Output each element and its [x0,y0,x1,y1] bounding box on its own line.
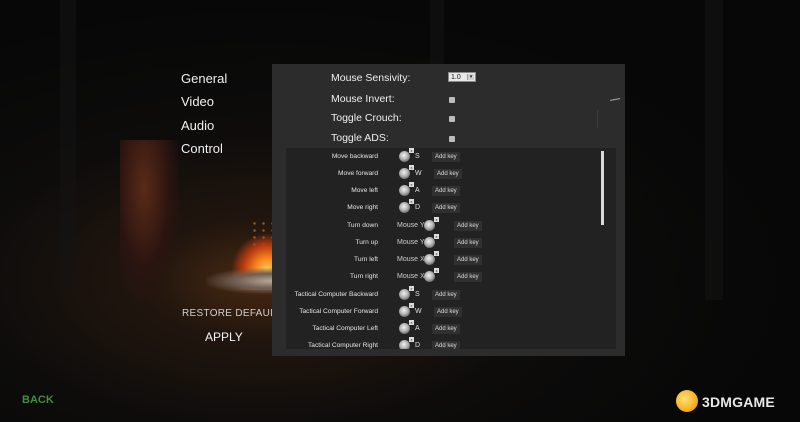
binding-row: Turn left Mouse X x Add key [286,251,606,268]
binding-action-label: Tactical Computer Right [308,342,378,349]
toggle-ads-checkbox[interactable] [449,136,455,142]
tree-trunk [705,0,723,300]
binding-row: Turn down Mouse Y x Add key [286,217,606,234]
mouse-invert-checkbox[interactable] [449,97,455,103]
binding-row: Move backward x S Add key [286,148,606,165]
add-key-button[interactable]: Add key [454,272,482,282]
binding-action-label: Turn left [354,256,378,263]
binding-action-label: Tactical Computer Left [312,325,378,332]
binding-row: Turn up Mouse Y x Add key [286,234,606,251]
add-key-button[interactable]: Add key [432,290,460,300]
remove-key-icon[interactable]: x [434,217,439,222]
back-button[interactable]: BACK [22,394,54,406]
remove-key-icon[interactable]: x [409,320,414,325]
binding-action-label: Turn up [355,239,378,246]
mouse-axis-label: Mouse X [397,256,425,263]
binding-action-label: Tactical Computer Forward [299,308,378,315]
remove-key-icon[interactable]: x [434,234,439,239]
remove-key-icon[interactable]: x [409,182,414,187]
menu-general[interactable]: General [181,71,227,86]
binding-row: Move forward x W Add key [286,165,606,182]
control-settings-panel: Mouse Sensivity: 1.0 ▾ Mouse Invert: Tog… [272,64,625,356]
spinner-arrow-icon[interactable]: ▾ [467,74,474,80]
remove-key-icon[interactable]: x [409,337,414,342]
mouse-axis-label: Mouse Y [397,222,425,229]
add-key-button[interactable]: Add key [432,152,460,162]
binding-row: Turn right Mouse X x Add key [286,268,606,285]
character-silhouette [120,140,180,300]
menu-audio[interactable]: Audio [181,118,214,133]
remove-key-icon[interactable]: x [409,286,414,291]
binding-row: Move right x D Add key [286,199,606,216]
key-label: A [415,187,420,194]
menu-video[interactable]: Video [181,94,214,109]
binding-row: Tactical Computer Left x A Add key [286,320,606,337]
key-label: W [415,308,422,315]
key-label: S [415,291,420,298]
panel-marker [609,98,621,101]
3dmgame-logo-icon [676,390,698,412]
remove-key-icon[interactable]: x [434,268,439,273]
binding-action-label: Turn right [350,273,378,280]
mouse-axis-label: Mouse Y [397,239,425,246]
key-label: D [415,342,421,349]
key-label: W [415,170,422,177]
key-label: S [415,153,420,160]
mouse-sensitivity-value: 1.0 [451,74,461,81]
binding-action-label: Tactical Computer Backward [294,291,378,298]
add-key-button[interactable]: Add key [454,221,482,231]
binding-action-label: Move backward [331,153,378,160]
add-key-button[interactable]: Add key [434,307,462,317]
add-key-button[interactable]: Add key [432,186,460,196]
mouse-invert-label: Mouse Invert: [331,93,395,105]
binding-action-label: Move left [351,187,378,194]
watermark-text: 3DMGAME [702,394,775,410]
mouse-sensitivity-spinner[interactable]: 1.0 ▾ [448,72,476,82]
remove-key-icon[interactable]: x [434,251,439,256]
key-label: D [415,204,421,211]
binding-action-label: Move right [347,204,378,211]
restore-default-button[interactable]: RESTORE DEFAULT [182,308,282,319]
toggle-ads-label: Toggle ADS: [331,132,389,144]
binding-row: Tactical Computer Forward x W Add key [286,303,606,320]
remove-key-icon[interactable]: x [409,303,414,308]
add-key-button[interactable]: Add key [432,341,460,349]
add-key-button[interactable]: Add key [454,255,482,265]
key-label: A [415,325,420,332]
binding-row: Tactical Computer Backward x S Add key [286,286,606,303]
binding-row: Tactical Computer Right x D Add key [286,337,606,349]
binding-action-label: Turn down [347,222,378,229]
key-binding-list[interactable]: Move backward x S Add key Move forward x… [286,148,616,349]
add-key-button[interactable]: Add key [432,203,460,213]
menu-control[interactable]: Control [181,141,223,156]
binding-row: Move left x A Add key [286,182,606,199]
add-key-button[interactable]: Add key [432,324,460,334]
add-key-button[interactable]: Add key [434,169,462,179]
panel-divider [597,110,598,128]
binding-action-label: Move forward [338,170,378,177]
watermark-logo: 3DMGAME [672,388,792,416]
remove-key-icon[interactable]: x [409,199,414,204]
toggle-crouch-label: Toggle Crouch: [331,112,402,124]
toggle-crouch-checkbox[interactable] [449,116,455,122]
remove-key-icon[interactable]: x [409,148,414,153]
add-key-button[interactable]: Add key [454,238,482,248]
remove-key-icon[interactable]: x [409,165,414,170]
apply-button[interactable]: APPLY [205,330,243,344]
mouse-sensitivity-label: Mouse Sensivity: [331,72,411,84]
mouse-axis-label: Mouse X [397,273,425,280]
tree-trunk [60,0,76,290]
